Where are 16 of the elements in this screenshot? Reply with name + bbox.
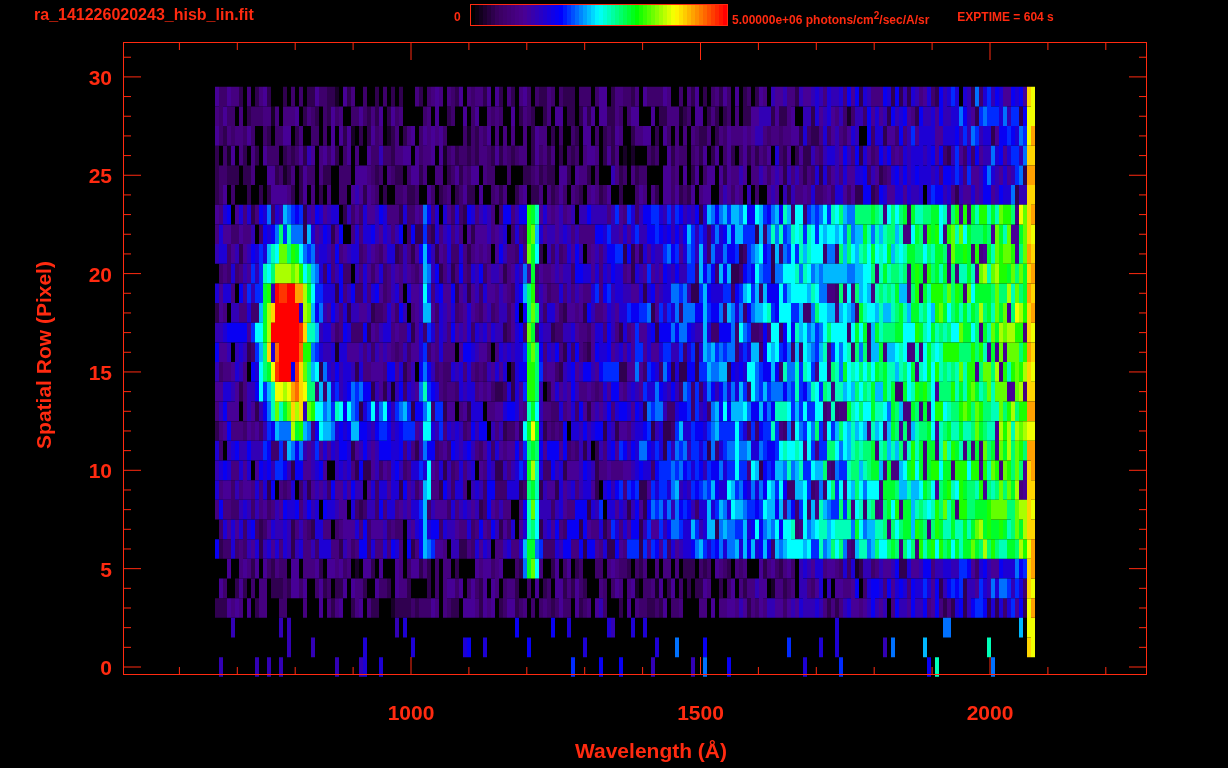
tick-label: 2000 [966, 701, 1014, 724]
tick-label: 25 [88, 164, 112, 188]
tick-label: 0 [100, 656, 112, 679]
tick-label: 20 [88, 262, 112, 286]
axis-label: Wavelength (Å) [574, 739, 728, 762]
tick-label: 1500 [677, 701, 724, 724]
colorbar-max-label: 5.00000e+06 photons/cm$^{2}$/sec/A/sr [732, 10, 930, 27]
tick-label: 1000 [387, 701, 435, 724]
tick-label: 30 [88, 65, 112, 89]
tick-label: 10 [88, 459, 112, 483]
exposure-time: EXPTIME = 604 s [957, 10, 1054, 24]
tick-label: 5 [100, 557, 112, 581]
colorbar-min-label: 0 [454, 10, 462, 24]
plot-title: ra_141226020243_hisb_lin.fit [34, 6, 255, 24]
axis-label: Spatial Row (Pixel) [32, 261, 55, 449]
tick-label: 15 [88, 360, 112, 384]
